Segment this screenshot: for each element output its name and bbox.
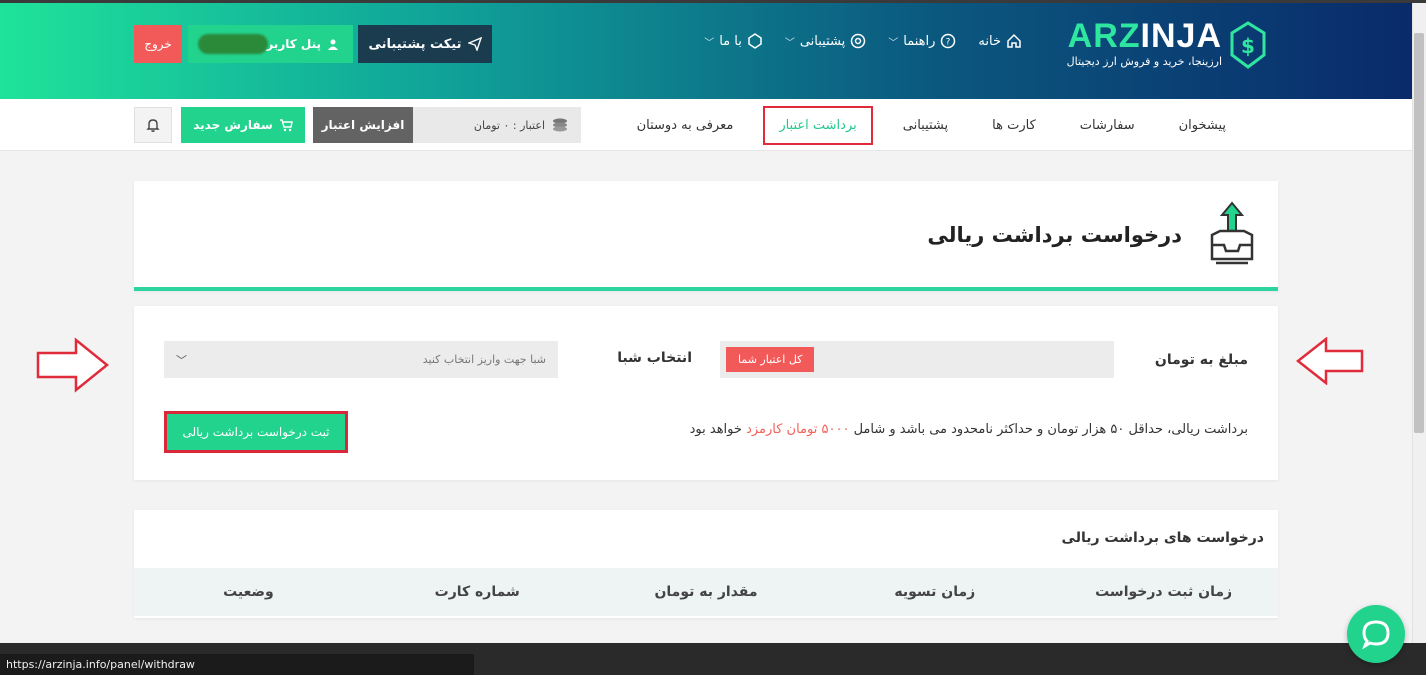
withdraw-note: برداشت ریالی، حداقل ۵۰ هزار تومان و حداک…	[690, 422, 1248, 437]
col-amount: مقدار به تومان	[654, 584, 758, 600]
menu-dashboard[interactable]: پیشخوان	[1157, 118, 1248, 133]
amount-label: مبلغ به تومان	[1154, 352, 1248, 368]
col-request-time: زمان ثبت درخواست	[1095, 584, 1233, 600]
new-order-label: سفارش جدید	[193, 118, 273, 132]
amount-input[interactable]: کل اعتبار شما	[720, 341, 1114, 378]
col-status: وضعیت	[223, 584, 274, 600]
svg-text:?: ?	[946, 38, 951, 48]
bell-icon	[146, 119, 160, 132]
redacted-username	[198, 34, 268, 54]
note-fee: ۵۰۰۰ تومان کارمزد	[746, 422, 850, 437]
menu-orders[interactable]: سفارشات	[1058, 118, 1157, 133]
withdraw-form-card: مبلغ به تومان کل اعتبار شما انتخاب شبا ش…	[134, 306, 1278, 480]
col-card-number: شماره کارت	[434, 584, 520, 600]
user-panel-button[interactable]: پنل کاربری	[188, 25, 353, 63]
nav-support[interactable]: پشتیبانی ﹀	[785, 33, 866, 49]
nav-home-label: خانه	[978, 33, 1001, 49]
menu-withdraw-credit[interactable]: برداشت اعتبار	[763, 105, 873, 145]
credit-balance-text: اعتبار : ۰ تومان	[473, 118, 545, 132]
page-scrollbar[interactable]	[1412, 3, 1426, 643]
page-title: درخواست برداشت ریالی	[927, 223, 1182, 247]
home-icon	[1007, 33, 1021, 48]
help-circle-icon: ?	[941, 33, 956, 49]
notifications-button[interactable]	[134, 107, 172, 143]
annotation-arrow-left-icon	[1296, 337, 1364, 385]
site-logo[interactable]: ARZINJA ارزینجا، خرید و فروش ارز دیجیتال…	[1056, 17, 1266, 77]
add-credit-button[interactable]: افزایش اعتبار	[313, 107, 413, 143]
menu-support[interactable]: پشتیبانی	[881, 118, 970, 133]
submit-withdraw-button[interactable]: ثبت درخواست برداشت ریالی	[164, 411, 348, 453]
menu-referral[interactable]: معرفی به دوستان	[615, 118, 756, 133]
chevron-down-icon: ﹀	[704, 37, 715, 49]
logo-shield-icon: $	[1230, 21, 1266, 69]
support-ticket-button[interactable]: تیکت پشتیبانی	[358, 25, 492, 63]
sheba-label: انتخاب شبا	[617, 350, 692, 366]
cart-icon	[279, 119, 293, 132]
sheba-placeholder: شبا جهت واریز انتخاب کنید	[422, 353, 546, 366]
withdraw-tray-icon	[1210, 201, 1254, 265]
new-order-button[interactable]: سفارش جدید	[181, 107, 305, 143]
scrollbar-thumb[interactable]	[1414, 33, 1424, 433]
nav-about[interactable]: با ما ﹀	[704, 33, 763, 49]
sheba-select[interactable]: شبا جهت واریز انتخاب کنید ﹀	[164, 341, 558, 378]
logo-prefix: ARZ	[1067, 17, 1141, 55]
note-suffix: خواهد بود	[689, 422, 742, 437]
svg-text:$: $	[1241, 34, 1255, 58]
page-header-card: درخواست برداشت ریالی	[134, 181, 1278, 291]
coins-icon	[553, 118, 567, 132]
note-prefix: برداشت ریالی، حداقل ۵۰ هزار تومان و حداک…	[853, 422, 1248, 437]
nav-home[interactable]: خانه	[978, 33, 1022, 49]
chevron-down-icon: ﹀	[784, 37, 795, 49]
dashboard-menu: پیشخوان سفارشات کارت ها پشتیبانی برداشت …	[615, 99, 1248, 151]
chevron-down-icon: ﹀	[888, 37, 899, 49]
all-credit-button[interactable]: کل اعتبار شما	[726, 347, 815, 372]
lifebuoy-icon	[851, 33, 866, 49]
logo-tagline: ارزینجا، خرید و فروش ارز دیجیتال	[1066, 55, 1222, 68]
chat-bubble-icon	[1362, 620, 1390, 649]
chat-widget-button[interactable]	[1347, 605, 1405, 663]
support-ticket-label: تیکت پشتیبانی	[368, 36, 462, 52]
site-header: ARZINJA ارزینجا، خرید و فروش ارز دیجیتال…	[0, 3, 1412, 99]
col-settle-time: زمان تسویه	[894, 584, 976, 600]
dashboard-subnav: پیشخوان سفارشات کارت ها پشتیبانی برداشت …	[0, 99, 1412, 151]
browser-status-url: https://arzinja.info/panel/withdraw	[0, 654, 474, 675]
logo-suffix: INJA	[1140, 17, 1222, 55]
logo-wordmark: ARZINJA	[1068, 17, 1222, 56]
paper-plane-icon	[467, 37, 482, 51]
footer-bar	[474, 643, 1426, 675]
history-title: درخواست های برداشت ریالی	[1061, 530, 1264, 546]
user-icon	[328, 39, 338, 50]
annotation-arrow-right-icon	[36, 337, 109, 393]
nav-guide[interactable]: ? راهنما ﹀	[888, 33, 956, 49]
nav-support-label: پشتیبانی	[799, 33, 846, 49]
credit-balance: اعتبار : ۰ تومان	[413, 107, 581, 143]
withdraw-history-card: درخواست های برداشت ریالی زمان ثبت درخواس…	[134, 510, 1278, 618]
menu-cards[interactable]: کارت ها	[970, 118, 1058, 133]
logout-button[interactable]: خروج	[134, 25, 182, 63]
nav-guide-label: راهنما	[903, 33, 936, 49]
top-nav: خانه ? راهنما ﹀ پشتیبانی ﹀ با ما ﹀	[704, 33, 1022, 49]
nav-about-label: با ما	[719, 33, 742, 49]
chevron-down-icon: ﹀	[176, 353, 187, 367]
logo-mini-icon	[748, 33, 762, 49]
history-table-header: زمان ثبت درخواست زمان تسویه مقدار به توم…	[134, 568, 1278, 616]
